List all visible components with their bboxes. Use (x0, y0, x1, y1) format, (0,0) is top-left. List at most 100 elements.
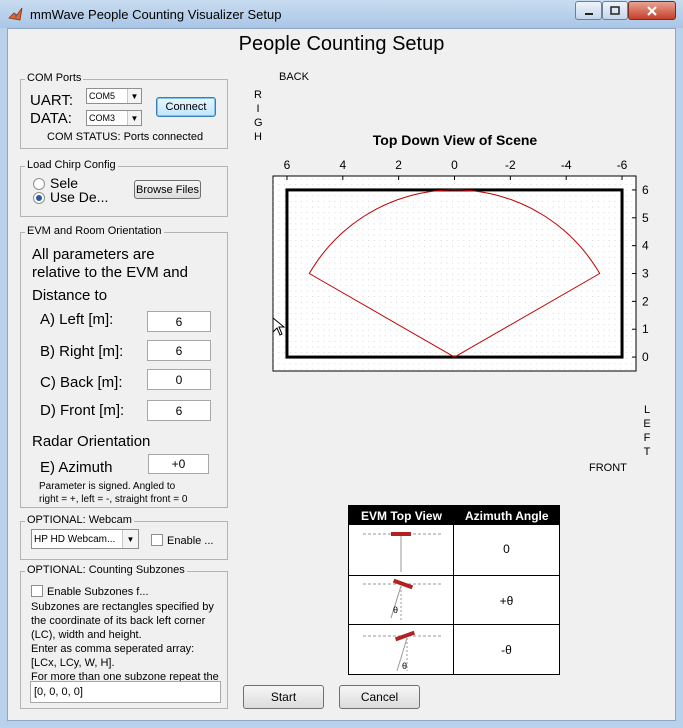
theta-symbol: θ (402, 661, 407, 671)
chirp-config-title: Load Chirp Config (25, 159, 118, 171)
evm-angled-right-diagram: θ (363, 578, 441, 620)
front-distance-input[interactable] (147, 400, 211, 421)
y-tick-label: 1 (642, 322, 649, 336)
y-tick-label: 3 (642, 267, 649, 281)
data-port-value: COM3 (89, 113, 116, 123)
evm-desc-line1: All parameters are (32, 246, 155, 263)
evm-orientation-title: EVM and Room Orientation (25, 225, 164, 237)
dotted-grid (273, 176, 636, 371)
subzones-desc-line: the coordinate of its back left corner (31, 615, 206, 627)
use-default-radio[interactable] (33, 192, 45, 204)
left-vertical-letter: F (643, 432, 651, 444)
azimuth-value-negative: -θ (501, 643, 512, 657)
evm-straight-diagram (363, 532, 441, 572)
left-vertical-letter: E (643, 418, 651, 430)
subzones-desc-line: [LCx, LCy, W, H]. (31, 657, 115, 669)
minimize-button[interactable] (575, 1, 602, 20)
subzones-desc-line: Enter as comma seperated array: (31, 643, 195, 655)
subzones-title: OPTIONAL: Counting Subzones (25, 564, 187, 576)
azimuth-note: Parameter is signed. Angled to right = +… (22, 480, 226, 506)
start-button[interactable]: Start (243, 685, 324, 709)
azimuth-label: E) Azimuth (40, 459, 113, 476)
data-port-select[interactable]: COM3 ▼ (86, 110, 142, 126)
uart-port-value: COM5 (89, 91, 116, 101)
page-title: People Counting Setup (238, 33, 445, 55)
cancel-button[interactable]: Cancel (339, 685, 420, 709)
y-tick-label: 2 (642, 294, 649, 308)
azimuth-reference-table: EVM Top View Azimuth Angle 0 θ +θ θ -θ (348, 505, 560, 675)
subzones-enable-label: Enable Subzones f... (47, 586, 149, 598)
com-ports-title: COM Ports (25, 72, 84, 84)
table-divider (349, 575, 559, 576)
azimuth-input[interactable] (148, 454, 209, 474)
connect-button[interactable]: Connect (156, 97, 216, 117)
left-vertical-letter: L (643, 404, 651, 416)
table-divider (349, 624, 559, 625)
front-label: FRONT (589, 462, 627, 474)
back-distance-input[interactable] (147, 369, 211, 390)
azimuth-value-positive: +θ (499, 594, 514, 608)
subzones-desc-line: Subzones are rectangles specified by (31, 601, 214, 613)
subzones-input[interactable] (30, 681, 221, 703)
right-vertical-letter: G (254, 117, 263, 129)
x-tick-label: -4 (561, 158, 572, 172)
close-icon (647, 5, 657, 16)
x-tick-label: -2 (505, 158, 516, 172)
right-distance-label: B) Right [m]: (40, 343, 124, 360)
subzones-description: Subzones are rectangles specified by the… (30, 600, 226, 681)
browse-files-button[interactable]: Browse Files (134, 180, 201, 199)
front-distance-label: D) Front [m]: (40, 402, 125, 419)
back-distance-label: C) Back [m]: (40, 374, 123, 391)
azimuth-note-line1: Parameter is signed. Angled to (39, 481, 176, 492)
x-tick-label: 2 (395, 158, 402, 172)
subzones-desc-line: For more than one subzone repeat the (31, 671, 219, 681)
chevron-down-icon: ▼ (122, 530, 138, 548)
close-button[interactable] (628, 1, 676, 20)
webcam-enable-label: Enable ... (167, 535, 214, 547)
maximize-button[interactable] (602, 1, 628, 20)
chevron-down-icon: ▼ (127, 111, 141, 125)
right-distance-input[interactable] (147, 340, 211, 361)
left-vertical-letter: T (643, 446, 651, 458)
table-header-evm-top-view: EVM Top View (361, 509, 442, 523)
uart-port-select[interactable]: COM5 ▼ (86, 88, 142, 104)
data-label: DATA: (30, 110, 72, 127)
x-tick-label: 4 (339, 158, 346, 172)
webcam-enable-checkbox[interactable] (151, 534, 163, 546)
subzones-desc-line: (LC), width and height. (31, 629, 142, 641)
y-tick-label: 6 (642, 183, 649, 197)
window-title: mmWave People Counting Visualizer Setup (30, 7, 282, 22)
maximize-icon (610, 5, 620, 15)
table-header-azimuth-angle: Azimuth Angle (465, 509, 549, 523)
uart-label: UART: (30, 92, 74, 109)
use-default-label: Use De... (50, 189, 109, 205)
minimize-icon (584, 12, 593, 15)
x-tick-label: -6 (617, 158, 628, 172)
back-label: BACK (279, 71, 309, 83)
distance-to-label: Distance to (32, 287, 108, 304)
matlab-app-icon (8, 7, 23, 21)
evm-angled-left-diagram: θ (363, 630, 441, 672)
right-vertical-letter: R (254, 89, 262, 101)
mouse-cursor-icon (272, 317, 286, 336)
left-distance-label: A) Left [m]: (40, 311, 114, 328)
x-tick-label: 0 (451, 158, 458, 172)
top-down-scene-chart: 6 4 2 0 -2 -4 -6 0 1 2 3 4 5 6 (272, 158, 649, 372)
webcam-title: OPTIONAL: Webcam (25, 514, 134, 526)
left-distance-input[interactable] (147, 311, 211, 332)
subzones-enable-checkbox[interactable] (31, 585, 43, 597)
webcam-value: HP HD Webcam... (34, 533, 116, 545)
chevron-down-icon: ▼ (127, 89, 141, 103)
radar-orientation-label: Radar Orientation (32, 433, 151, 450)
y-tick-label: 0 (642, 350, 649, 364)
left-vertical-label: L E F T (643, 403, 651, 459)
y-tick-label: 5 (642, 211, 649, 225)
right-vertical-letter: I (256, 103, 260, 115)
evm-desc-line2: relative to the EVM and (32, 264, 188, 281)
theta-symbol: θ (393, 605, 398, 615)
x-tick-label: 6 (284, 158, 291, 172)
webcam-select[interactable]: HP HD Webcam... ▼ (31, 529, 139, 549)
chart-title: Top Down View of Scene (372, 132, 538, 148)
select-file-radio[interactable] (33, 178, 45, 190)
azimuth-value-zero: 0 (503, 542, 510, 556)
